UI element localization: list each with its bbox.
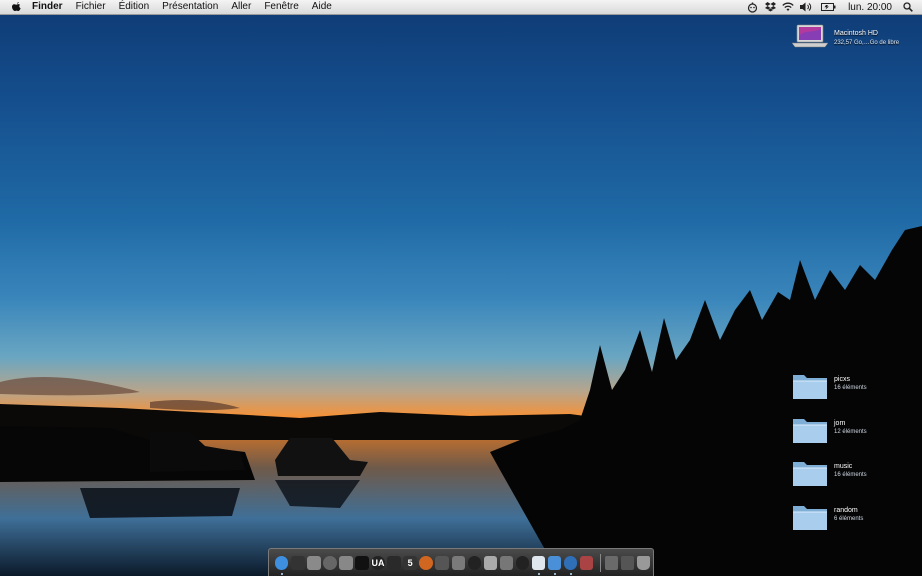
folder-name: random [834,507,858,514]
folder-count: 6 éléments [834,516,864,522]
menu-finder[interactable]: Finder [32,0,63,14]
folder-icon [793,506,827,530]
five-app-icon[interactable]: 5 [403,555,417,570]
folder-icon [793,419,827,443]
folder-count: 16 éléments [834,472,867,478]
downloads-stack-icon[interactable] [620,555,635,570]
compass-icon[interactable] [339,555,353,570]
dock-item-label: UA [371,557,385,568]
grid-app-icon[interactable] [451,555,465,570]
activity-icon[interactable] [531,555,546,575]
diamond-icon[interactable] [435,555,449,570]
menu-aide[interactable]: Aide [312,0,332,14]
menu-fenetre[interactable]: Fenêtre [264,0,298,14]
piano-icon[interactable] [323,555,337,570]
folder-icon [793,462,827,486]
drive-free-space: 232,57 Go,…Go de libre [834,40,900,46]
dashboard-icon[interactable] [291,555,305,570]
dock-separator [599,553,601,572]
menu-fichier[interactable]: Fichier [76,0,106,14]
silver-app-icon[interactable] [483,555,498,570]
orb-icon[interactable] [387,555,401,570]
laptop-drive-icon [792,24,828,48]
menu-clock[interactable]: lun. 20:00 [848,2,892,13]
macintosh-hd-drive[interactable]: Macintosh HD 232,57 Go,…Go de libre [792,24,917,52]
drive-name: Macintosh HD [834,30,878,37]
ua-app-icon[interactable]: UA [371,555,385,570]
menu-extras: lun. 20:00 [740,0,914,14]
menu-bar: Finder Fichier Édition Présentation Alle… [0,0,922,15]
folder-count: 16 éléments [834,385,867,391]
folder-name: jom [834,420,846,427]
finder-icon[interactable] [275,555,289,575]
loop-icon[interactable] [515,555,530,570]
folder-jom[interactable]: jom 12 éléments [792,416,902,448]
wifi-icon[interactable] [782,1,794,13]
folder-icon [793,375,827,399]
dock: UA 5 [268,548,654,576]
chess-icon[interactable] [579,555,594,570]
spotlight-icon[interactable] [902,1,914,13]
apple-logo-icon[interactable] [10,1,24,13]
dropbox-icon[interactable] [764,1,776,13]
terminal-icon[interactable] [355,555,369,570]
safari-icon[interactable] [547,555,562,575]
folder-random[interactable]: random 6 éléments [792,503,902,535]
folder-picxs[interactable]: picxs 16 éléments [792,372,902,404]
s-app-icon[interactable] [499,555,514,570]
globe-icon[interactable] [563,555,578,575]
dock-item-label: 5 [407,557,413,568]
volume-icon[interactable] [800,1,812,13]
robot-icon[interactable] [746,1,758,13]
wallpaper [0,226,922,576]
folder-name: picxs [834,376,850,383]
folder-music[interactable]: music 16 éléments [792,459,902,491]
tetris-icon[interactable] [467,555,482,570]
trash-icon[interactable] [636,555,651,570]
flame-icon[interactable] [419,555,433,570]
desktop: Finder Fichier Édition Présentation Alle… [0,0,922,576]
folder-count: 12 éléments [834,429,867,435]
battery-icon[interactable] [820,1,836,13]
menu-edition[interactable]: Édition [119,0,150,14]
menu-aller[interactable]: Aller [231,0,251,14]
menu-presentation[interactable]: Présentation [162,0,218,14]
folder-name: music [834,463,853,470]
documents-stack-icon[interactable] [604,555,619,570]
system-preferences-icon[interactable] [307,555,321,570]
